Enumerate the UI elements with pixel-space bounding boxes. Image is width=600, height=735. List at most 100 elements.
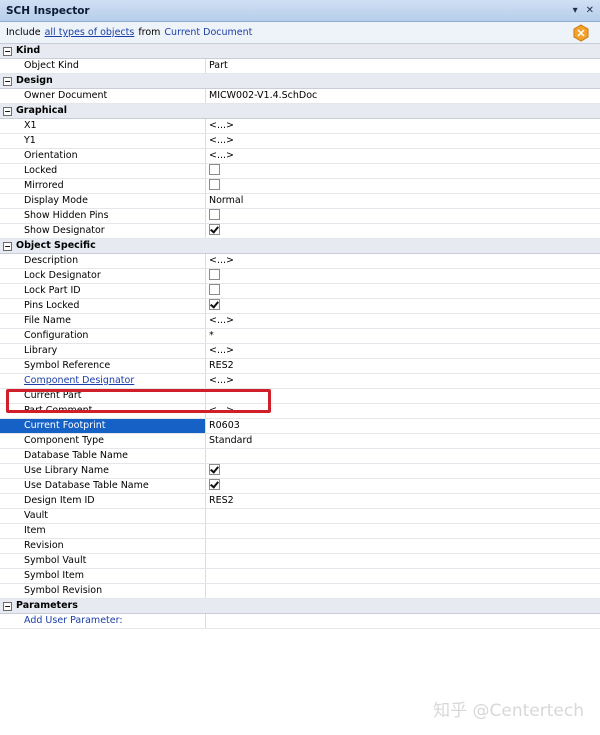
- section-header[interactable]: − Parameters: [0, 599, 600, 614]
- property-row[interactable]: Pins Locked: [0, 299, 600, 314]
- property-value[interactable]: [206, 554, 600, 568]
- property-row[interactable]: Design Item ID RES2: [0, 494, 600, 509]
- property-value[interactable]: Normal: [206, 194, 600, 208]
- collapse-icon[interactable]: −: [3, 601, 12, 611]
- title-bar: SCH Inspector ▾ ✕: [0, 0, 600, 22]
- property-value[interactable]: [206, 284, 600, 298]
- checkbox-unchecked[interactable]: [209, 179, 220, 190]
- property-value[interactable]: [206, 179, 600, 193]
- property-value[interactable]: R0603: [206, 419, 600, 433]
- section-header[interactable]: − Graphical: [0, 104, 600, 119]
- property-value[interactable]: <...>: [206, 119, 600, 133]
- property-value[interactable]: <...>: [206, 254, 600, 268]
- panel-close-icon[interactable]: ✕: [586, 5, 594, 16]
- section-header[interactable]: − Design: [0, 74, 600, 89]
- property-value[interactable]: <...>: [206, 374, 600, 388]
- property-row[interactable]: Show Hidden Pins: [0, 209, 600, 224]
- property-row[interactable]: Add User Parameter:: [0, 614, 600, 629]
- property-name: Use Library Name: [0, 464, 206, 478]
- property-name: Design Item ID: [0, 494, 206, 508]
- property-value[interactable]: Part: [206, 59, 600, 73]
- property-row[interactable]: Symbol Item: [0, 569, 600, 584]
- collapse-icon[interactable]: −: [3, 241, 12, 251]
- property-row[interactable]: Item: [0, 524, 600, 539]
- property-row[interactable]: Current Footprint R0603: [0, 419, 600, 434]
- property-value[interactable]: [206, 299, 600, 313]
- section-title: Parameters: [16, 600, 78, 611]
- property-row[interactable]: Locked: [0, 164, 600, 179]
- property-value[interactable]: RES2: [206, 359, 600, 373]
- section-header[interactable]: − Object Specific: [0, 239, 600, 254]
- property-value[interactable]: MICW002-V1.4.SchDoc: [206, 89, 600, 103]
- property-value[interactable]: [206, 464, 600, 478]
- property-row[interactable]: Component Type Standard: [0, 434, 600, 449]
- property-value[interactable]: [206, 524, 600, 538]
- property-row[interactable]: Database Table Name: [0, 449, 600, 464]
- property-value[interactable]: [206, 269, 600, 283]
- property-value[interactable]: [206, 614, 600, 628]
- property-row[interactable]: Orientation <...>: [0, 149, 600, 164]
- property-value[interactable]: <...>: [206, 134, 600, 148]
- collapse-icon[interactable]: −: [3, 106, 12, 116]
- checkbox-unchecked[interactable]: [209, 269, 220, 280]
- property-value[interactable]: [206, 479, 600, 493]
- property-row[interactable]: Configuration *: [0, 329, 600, 344]
- checkbox-checked[interactable]: [209, 224, 220, 235]
- property-value[interactable]: RES2: [206, 494, 600, 508]
- watermark: 知乎 @Centertech: [433, 701, 584, 721]
- property-name: Current Footprint: [0, 419, 206, 433]
- property-value[interactable]: [206, 539, 600, 553]
- property-row[interactable]: X1 <...>: [0, 119, 600, 134]
- property-row[interactable]: Mirrored: [0, 179, 600, 194]
- checkbox-checked[interactable]: [209, 479, 220, 490]
- property-row[interactable]: Description <...>: [0, 254, 600, 269]
- checkbox-unchecked[interactable]: [209, 164, 220, 175]
- property-value[interactable]: [206, 509, 600, 523]
- checkbox-unchecked[interactable]: [209, 209, 220, 220]
- property-row[interactable]: Lock Part ID: [0, 284, 600, 299]
- property-row[interactable]: Lock Designator: [0, 269, 600, 284]
- property-value[interactable]: <...>: [206, 314, 600, 328]
- property-value[interactable]: <...>: [206, 149, 600, 163]
- property-value[interactable]: [206, 164, 600, 178]
- property-name[interactable]: Component Designator: [0, 374, 206, 388]
- property-value[interactable]: [206, 569, 600, 583]
- checkbox-checked[interactable]: [209, 464, 220, 475]
- property-row[interactable]: Library <...>: [0, 344, 600, 359]
- property-value[interactable]: *: [206, 329, 600, 343]
- section-header[interactable]: − Kind: [0, 44, 600, 59]
- property-row[interactable]: Vault: [0, 509, 600, 524]
- panel-menu-dropdown-icon[interactable]: ▾: [573, 5, 578, 16]
- property-value[interactable]: [206, 224, 600, 238]
- property-row[interactable]: File Name <...>: [0, 314, 600, 329]
- property-row[interactable]: Object Kind Part: [0, 59, 600, 74]
- property-row[interactable]: Display Mode Normal: [0, 194, 600, 209]
- property-row[interactable]: Use Database Table Name: [0, 479, 600, 494]
- property-value[interactable]: [206, 209, 600, 223]
- property-name: Revision: [0, 539, 206, 553]
- checkbox-unchecked[interactable]: [209, 284, 220, 295]
- property-row[interactable]: Symbol Vault: [0, 554, 600, 569]
- property-row[interactable]: Show Designator: [0, 224, 600, 239]
- property-row[interactable]: Use Library Name: [0, 464, 600, 479]
- property-row[interactable]: Revision: [0, 539, 600, 554]
- object-type-filter-link[interactable]: all types of objects: [45, 27, 135, 38]
- property-row[interactable]: Y1 <...>: [0, 134, 600, 149]
- filter-toolbar: Include all types of objects from Curren…: [0, 22, 600, 44]
- property-value[interactable]: [206, 449, 600, 463]
- property-row[interactable]: Symbol Revision: [0, 584, 600, 599]
- property-value[interactable]: Standard: [206, 434, 600, 448]
- scope-selector[interactable]: Current Document: [164, 27, 252, 38]
- property-value[interactable]: <...>: [206, 344, 600, 358]
- property-row[interactable]: Symbol Reference RES2: [0, 359, 600, 374]
- checkbox-checked[interactable]: [209, 299, 220, 310]
- property-row[interactable]: Component Designator <...>: [0, 374, 600, 389]
- collapse-icon[interactable]: −: [3, 76, 12, 86]
- property-row[interactable]: Owner Document MICW002-V1.4.SchDoc: [0, 89, 600, 104]
- property-name[interactable]: Add User Parameter:: [0, 614, 206, 628]
- altium-logo-icon[interactable]: [572, 24, 590, 42]
- property-value-text: <...>: [209, 375, 234, 386]
- property-name: Owner Document: [0, 89, 206, 103]
- property-value[interactable]: [206, 584, 600, 598]
- collapse-icon[interactable]: −: [3, 46, 12, 56]
